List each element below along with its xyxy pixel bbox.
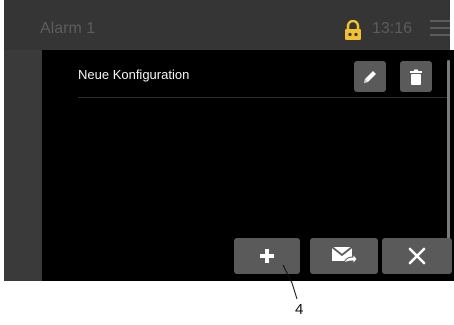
callout-line xyxy=(282,264,298,300)
callout-label: 4 xyxy=(295,301,304,318)
